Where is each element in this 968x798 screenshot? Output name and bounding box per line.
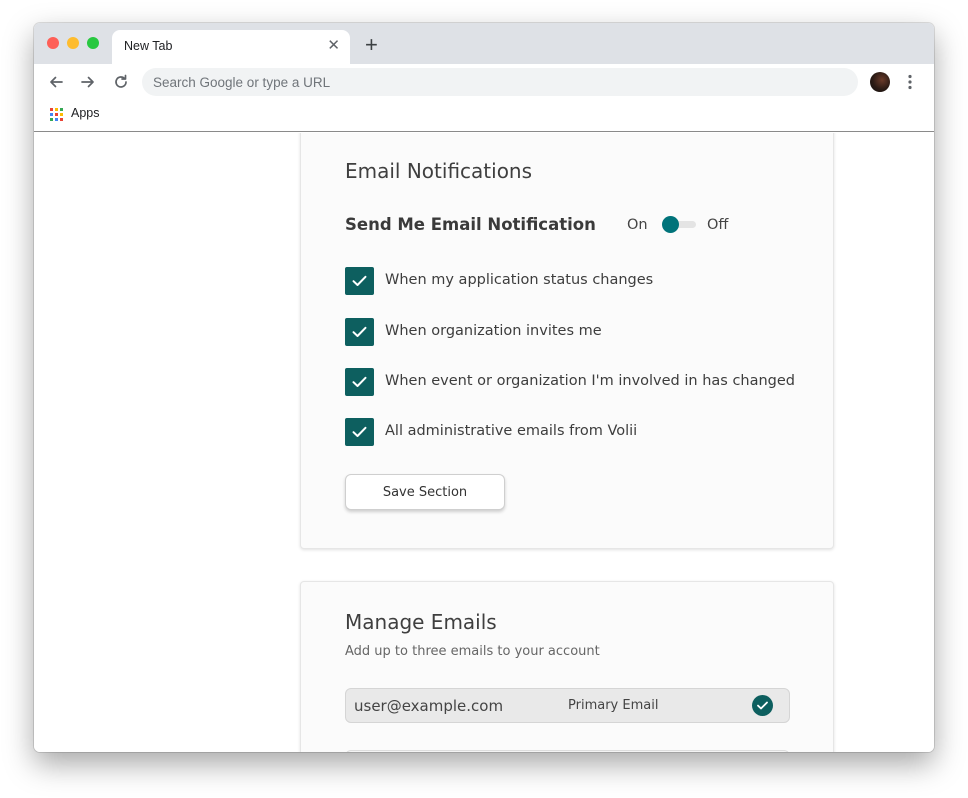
section-title: Manage Emails <box>345 610 497 634</box>
kebab-menu-icon[interactable] <box>906 73 914 91</box>
bookmarks-bar: Apps <box>34 100 934 132</box>
address-bar-input[interactable] <box>153 73 843 91</box>
forward-arrow-icon[interactable] <box>79 73 97 91</box>
tab-new-tab[interactable]: New Tab ✕ <box>112 30 350 64</box>
section-title: Email Notifications <box>345 159 533 183</box>
apps-grid-icon[interactable] <box>50 108 63 121</box>
checkbox[interactable] <box>345 267 374 295</box>
plus-icon[interactable]: + <box>365 33 378 57</box>
email-entry[interactable]: user@example.com Primary Email <box>345 688 790 723</box>
option-administrative-emails[interactable]: All administrative emails from Volii <box>345 418 815 446</box>
minimize-window-button[interactable] <box>67 37 79 49</box>
profile-avatar[interactable] <box>870 72 890 92</box>
checkbox[interactable] <box>345 418 374 446</box>
option-application-status[interactable]: When my application status changes <box>345 267 815 295</box>
verified-check-icon <box>752 695 773 716</box>
close-window-button[interactable] <box>47 37 59 49</box>
checkmark-icon <box>352 326 367 337</box>
email-notifications-card: Email Notifications Send Me Email Notifi… <box>300 133 834 549</box>
option-organization-invites[interactable]: When organization invites me <box>345 318 815 346</box>
toggle-off-label: Off <box>707 217 729 233</box>
back-arrow-icon[interactable] <box>47 73 65 91</box>
checkmark-icon <box>352 426 367 437</box>
checkbox-label: When event or organization I'm involved … <box>385 373 796 389</box>
tab-title: New Tab <box>124 39 173 53</box>
apps-bookmark[interactable]: Apps <box>71 106 100 120</box>
maximize-window-button[interactable] <box>87 37 99 49</box>
checkbox[interactable] <box>345 368 374 396</box>
checkbox-label: When organization invites me <box>385 323 602 339</box>
browser-toolbar <box>34 64 934 100</box>
browser-window: New Tab ✕ + Apps <box>34 23 934 752</box>
section-subtitle: Add up to three emails to your account <box>345 644 600 659</box>
page-viewport: Email Notifications Send Me Email Notifi… <box>34 133 934 752</box>
checkbox[interactable] <box>345 318 374 346</box>
omnibox[interactable] <box>142 68 858 96</box>
email-address: user@example.com <box>354 697 504 715</box>
close-icon[interactable]: ✕ <box>327 37 340 55</box>
toggle-knob[interactable] <box>662 216 679 233</box>
tab-strip: New Tab ✕ + <box>34 23 934 64</box>
manage-emails-card: Manage Emails Add up to three emails to … <box>300 581 834 752</box>
checkmark-icon <box>352 376 367 387</box>
primary-email-badge: Primary Email <box>568 698 659 713</box>
checkmark-icon <box>352 275 367 286</box>
add-email-field[interactable] <box>345 750 790 752</box>
notification-toggle[interactable] <box>662 216 696 234</box>
save-section-button[interactable]: Save Section <box>345 474 505 510</box>
option-event-changed[interactable]: When event or organization I'm involved … <box>345 368 815 396</box>
toggle-heading: Send Me Email Notification <box>345 215 596 234</box>
notification-toggle-row: Send Me Email Notification On Off <box>345 213 805 237</box>
checkbox-label: When my application status changes <box>385 272 654 288</box>
reload-icon[interactable] <box>112 73 130 91</box>
checkbox-label: All administrative emails from Volii <box>385 423 638 439</box>
toggle-on-label: On <box>627 217 648 233</box>
